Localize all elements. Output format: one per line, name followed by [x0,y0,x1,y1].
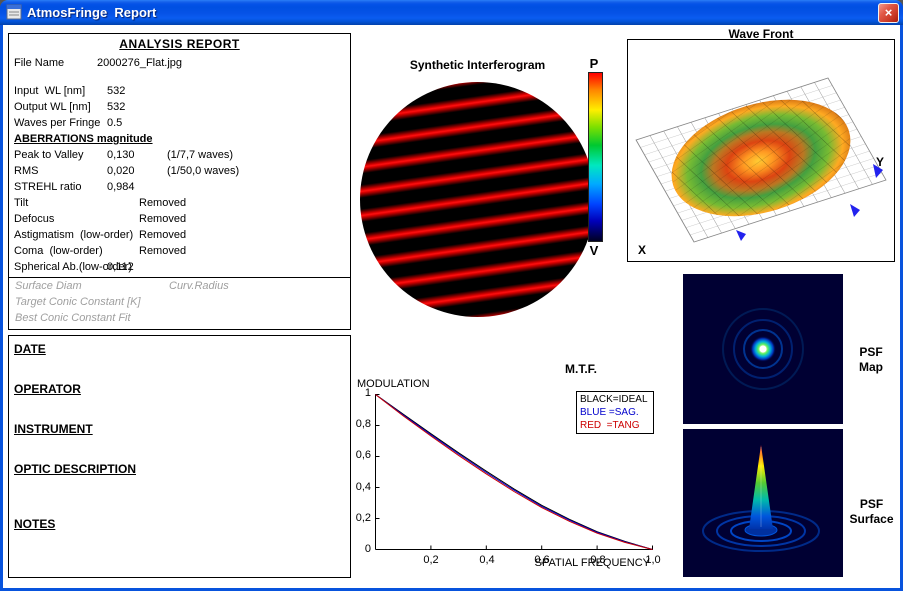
field-optic-description: OPTIC DESCRIPTION [14,462,137,476]
field-instrument: INSTRUMENT [14,422,93,436]
mtf-ytick: 0,2 [355,512,371,524]
x-axis-label: X [638,243,646,257]
psf-surface-image [683,429,843,577]
row-extra: (1/7,7 waves) [167,149,234,161]
mtf-xtick: 0,2 [423,554,439,566]
legend-item-tang: RED =TANG [580,420,640,431]
report-row-strehl: STREHL ratio 0,984 [9,179,350,195]
report-row-defocus: Defocus Removed [9,211,350,227]
row-label: File Name [14,57,65,69]
row-label: Defocus [14,213,55,225]
report-row-filename: File Name 2000276_Flat.jpg [9,55,350,71]
colorbar-peak-label: P [589,56,599,71]
mtf-xlabel: SPATIAL FREQUENCY [534,557,650,569]
app-icon [6,4,22,20]
colorbar-valley-label: V [589,243,599,258]
row-label: Tilt [14,197,29,209]
report-row-peak-to-valley: Peak to Valley 0,130 (1/7,7 waves) [9,147,350,163]
mtf-ytick: 0,6 [355,449,371,461]
row-value: 0,984 [107,181,135,193]
close-button[interactable]: × [878,3,899,23]
psf-surface-label: PSF Surface [849,497,894,526]
mtf-ytick: 0,8 [355,418,371,430]
wavefront-panel: Y X [627,39,895,262]
report-row-waves-per-fringe: Waves per Fringe 0.5 [9,115,350,131]
curv-radius-label: Curv.Radius [169,280,229,292]
psf-map-image [683,274,843,424]
row-value: 0.5 [107,117,123,129]
axis-arrow-icon [850,204,860,217]
row-value: 2000276_Flat.jpg [97,57,183,69]
surface-diam-label: Surface Diam [15,280,82,292]
row-value: 0,112 [107,261,134,273]
psf-map-label: PSF Map [859,345,883,374]
conic-section-disabled: Surface Diam Curv.Radius Target Conic Co… [9,277,350,329]
legend-item-ideal: BLACK=IDEAL [580,394,648,405]
field-date: DATE [14,342,46,356]
row-value: 0,130 [107,149,135,161]
row-label: Astigmatism (low-order) [14,229,134,241]
row-label: STREHL ratio [14,181,82,193]
row-value: Removed [139,213,187,225]
row-extra: (1/50,0 waves) [167,165,240,177]
mtf-ytick: 0 [364,543,371,555]
interferogram-image [360,82,595,317]
mtf-legend: BLACK=IDEAL BLUE =SAG. RED =TANG [576,391,654,434]
axis-arrow-icon [736,230,746,241]
row-value: Removed [139,197,187,209]
row-label: RMS [14,165,39,177]
window-title: AtmosFringe Report [27,5,157,20]
mtf-ytick: 0,4 [355,481,371,493]
analysis-report-panel: ANALYSIS REPORT File Name 2000276_Flat.j… [8,33,351,330]
mtf-ytick: 1 [364,387,371,399]
legend-item-sag: BLUE =SAG. [580,407,639,418]
aberrations-header: ABERRATIONS magnitude [14,133,153,145]
report-row-rms: RMS 0,020 (1/50,0 waves) [9,163,350,179]
report-row-spherical: Spherical Ab.(low-order) 0,112 [9,259,350,275]
report-row-coma: Coma (low-order) Removed [9,243,350,259]
row-label: Coma (low-order) [14,245,103,257]
report-row-tilt: Tilt Removed [9,195,350,211]
report-row-astigmatism: Astigmatism (low-order) Removed [9,227,350,243]
best-conic-label: Best Conic Constant Fit [15,312,131,324]
analysis-report-title: ANALYSIS REPORT [119,37,240,51]
report-content: ANALYSIS REPORT File Name 2000276_Flat.j… [3,25,900,588]
row-value: Removed [139,245,187,257]
interferogram-title: Synthetic Interferogram [409,58,546,72]
row-value: Removed [139,229,187,241]
row-label: Waves per Fringe [14,117,101,129]
wavefront-plot: Y X [635,77,887,257]
y-axis-label: Y [876,155,884,169]
app-window: AtmosFringe Report × ANALYSIS REPORT Fil… [0,0,903,591]
row-value: 532 [107,101,126,113]
row-label: Output WL [nm] [14,101,91,113]
report-row-output-wl: Output WL [nm] 532 [9,99,350,115]
field-notes: NOTES [14,517,56,531]
mtf-xtick: 0,4 [479,554,495,566]
title-bar[interactable]: AtmosFringe Report × [0,0,903,25]
report-row-input-wl: Input WL [nm] 532 [9,83,350,99]
row-value: 0,020 [107,165,135,177]
row-value: 532 [107,85,126,97]
report-fields-panel: DATE OPERATOR INSTRUMENT OPTIC DESCRIPTI… [8,335,351,578]
colorbar [588,72,603,242]
row-label: Peak to Valley [14,149,84,161]
target-conic-label: Target Conic Constant [K] [15,296,141,308]
field-operator: OPERATOR [14,382,81,396]
mtf-title: M.T.F. [565,362,597,376]
row-label: Input WL [nm] [14,85,86,97]
